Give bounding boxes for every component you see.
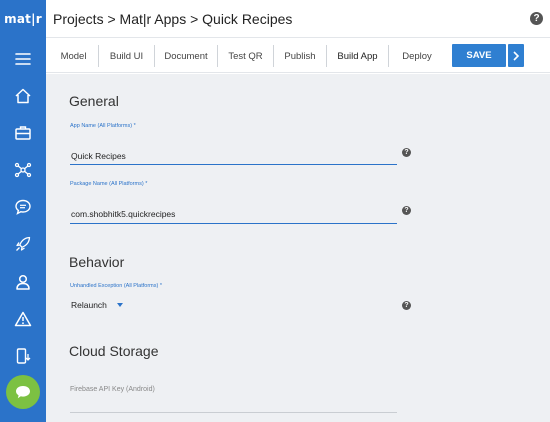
chat-button[interactable]	[6, 375, 40, 409]
app-name-help-icon[interactable]: ?	[402, 148, 411, 157]
briefcase-icon[interactable]	[11, 121, 35, 145]
tab-deploy[interactable]: Deploy	[389, 45, 445, 67]
breadcrumb[interactable]: Projects > Mat|r Apps > Quick Recipes	[53, 11, 292, 27]
package-name-input[interactable]: com.shobhitk5.quickrecipes	[71, 209, 175, 219]
user-icon[interactable]	[11, 270, 35, 294]
tab-model[interactable]: Model	[49, 45, 99, 67]
firebase-api-key-underline	[70, 412, 397, 413]
tab-build-ui[interactable]: Build UI	[99, 45, 155, 67]
tab-build-app[interactable]: Build App	[327, 45, 389, 67]
app-name-input[interactable]: Quick Recipes	[71, 151, 126, 161]
tab-document[interactable]: Document	[155, 45, 218, 67]
help-icon[interactable]: ?	[530, 12, 543, 25]
app-logo[interactable]: mat|r	[0, 0, 46, 38]
unhandled-exception-help-icon[interactable]: ?	[402, 301, 411, 310]
package-name-label: Package Name (All Platforms) *	[70, 181, 148, 187]
mobile-download-icon[interactable]	[11, 344, 35, 368]
unhandled-exception-select[interactable]: Relaunch	[71, 300, 123, 310]
tab-bar: Model Build UI Document Test QR Publish …	[46, 38, 550, 73]
app-name-underline	[70, 164, 397, 165]
firebase-api-key-input[interactable]: Firebase API Key (Android)	[70, 386, 155, 393]
section-title-general: General	[69, 93, 119, 109]
save-button[interactable]: SAVE	[452, 44, 506, 67]
comment-icon[interactable]	[11, 195, 35, 219]
next-button[interactable]	[508, 44, 524, 67]
hamburger-menu-icon[interactable]	[11, 47, 35, 71]
rocket-icon[interactable]	[11, 232, 35, 256]
section-title-behavior: Behavior	[69, 254, 125, 270]
app-name-label: App Name (All Platforms) *	[70, 123, 136, 129]
section-title-cloud-storage: Cloud Storage	[69, 343, 159, 359]
tab-test-qr[interactable]: Test QR	[218, 45, 274, 67]
header: Projects > Mat|r Apps > Quick Recipes ?	[46, 0, 550, 38]
package-name-help-icon[interactable]: ?	[402, 206, 411, 215]
package-name-underline	[70, 223, 397, 224]
unhandled-exception-label: Unhandled Exception (All Platforms) *	[70, 283, 163, 289]
chevron-right-icon	[513, 50, 520, 61]
sidebar: mat|r	[0, 0, 46, 422]
chat-bubble-icon	[16, 386, 30, 399]
settings-panel: General App Name (All Platforms) * Quick…	[46, 74, 550, 422]
network-icon[interactable]	[11, 158, 35, 182]
tab-publish[interactable]: Publish	[274, 45, 327, 67]
caret-down-icon	[116, 303, 123, 307]
home-icon[interactable]	[11, 84, 35, 108]
unhandled-exception-value: Relaunch	[71, 300, 107, 310]
warning-icon[interactable]	[11, 307, 35, 331]
